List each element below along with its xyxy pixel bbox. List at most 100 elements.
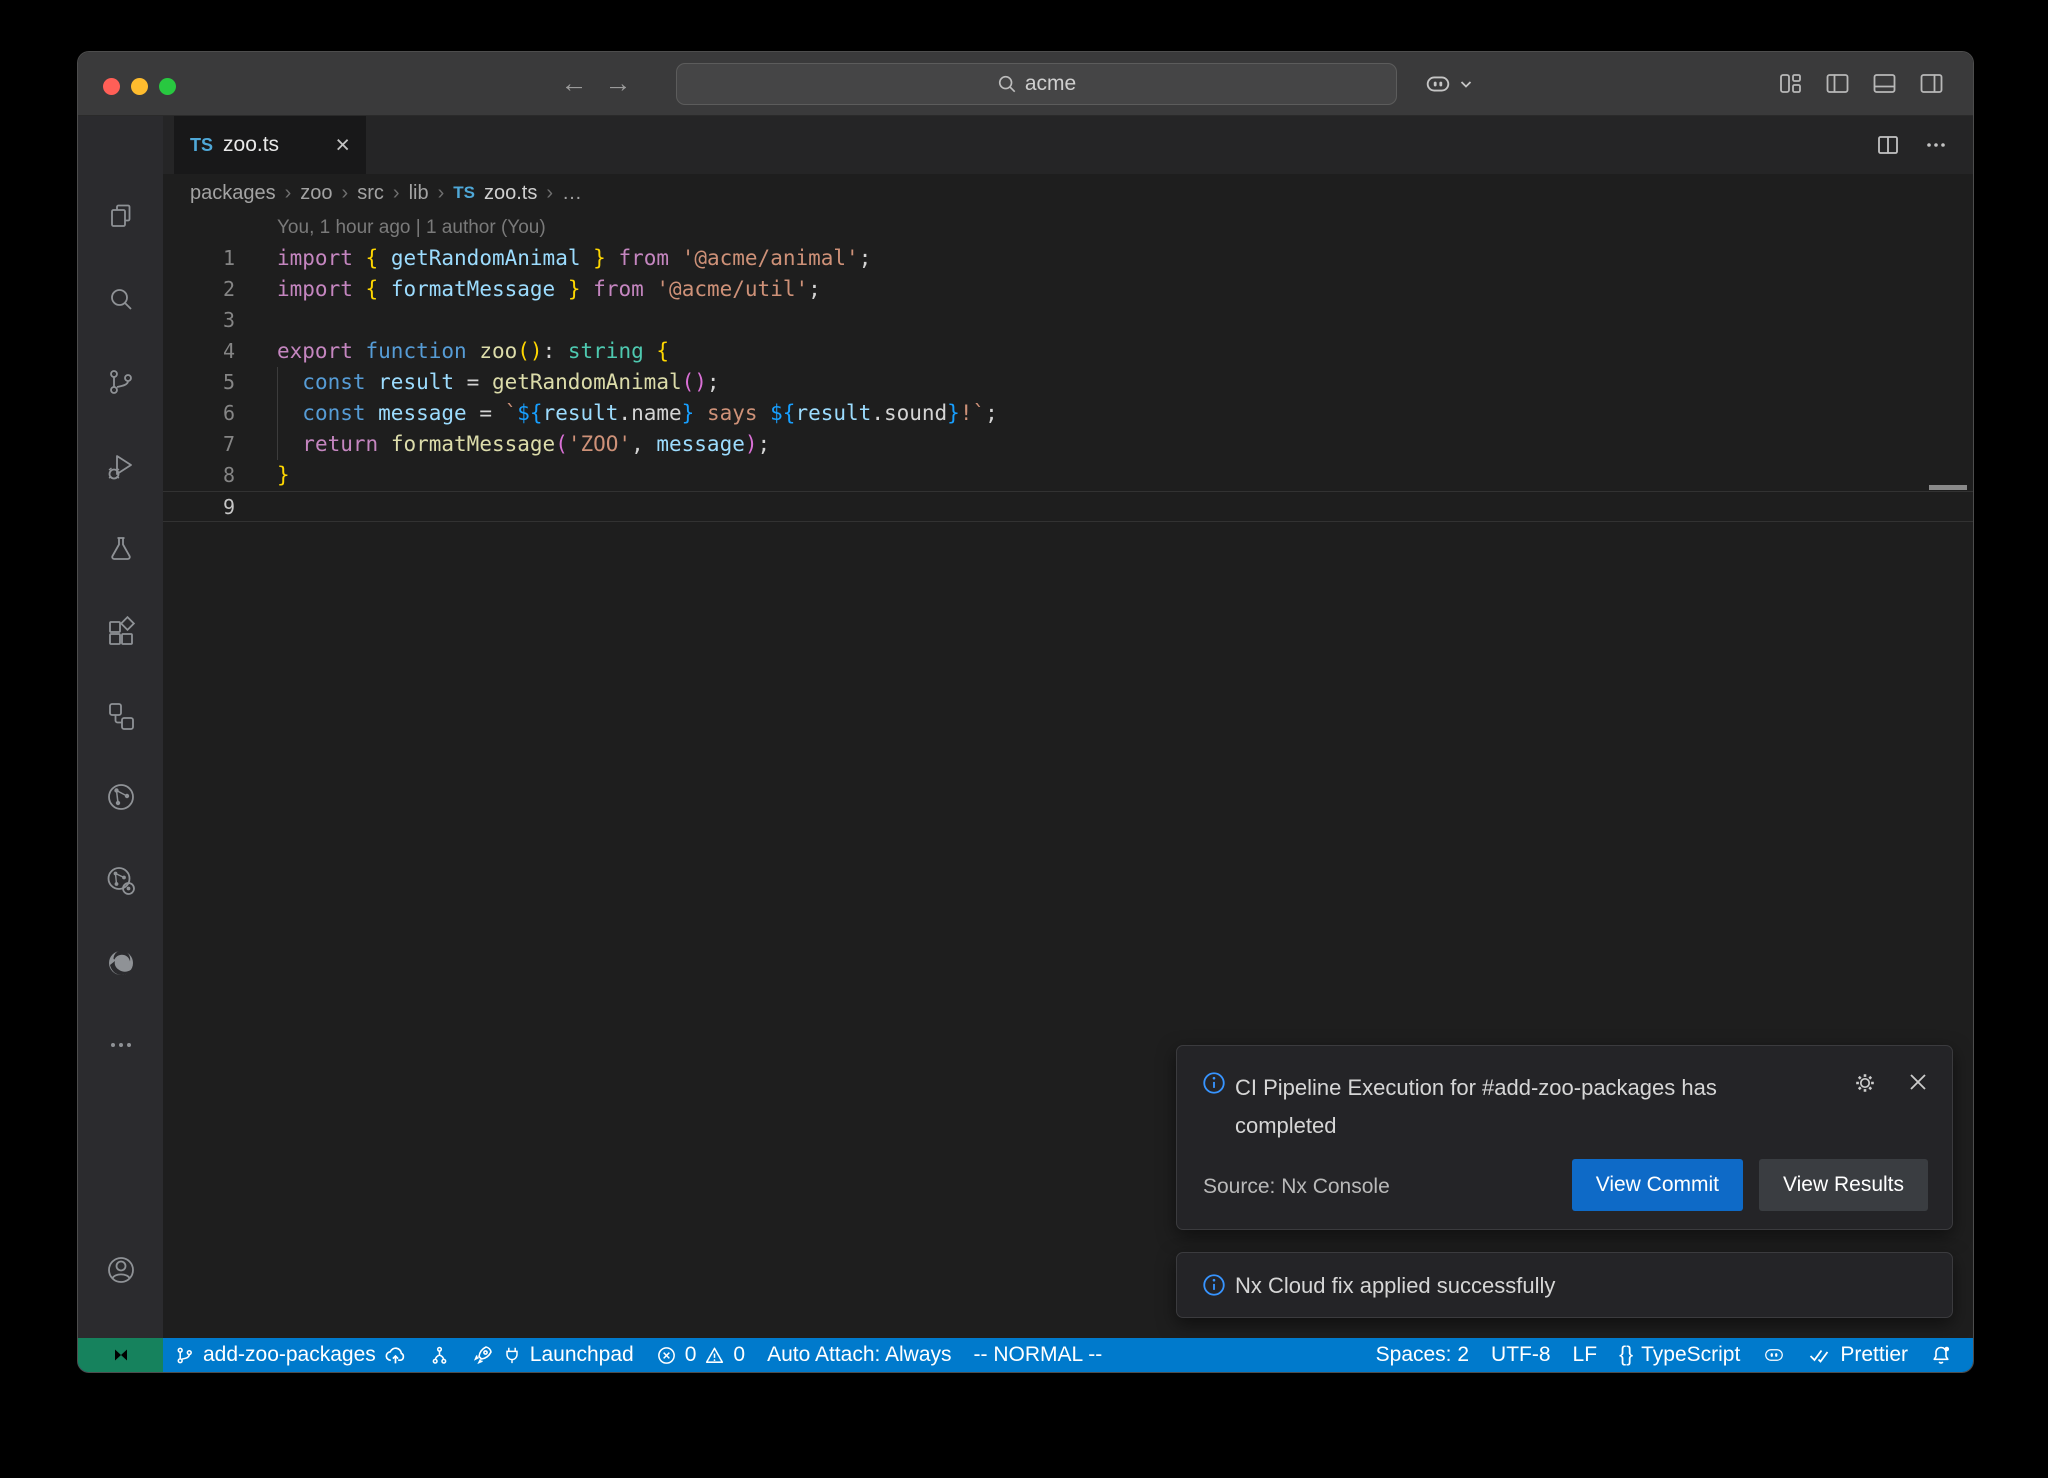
- sidebar-item-edge-tools[interactable]: [78, 939, 163, 991]
- line-number: 6: [163, 398, 235, 429]
- code-line[interactable]: 3: [163, 305, 1973, 336]
- copilot-menu-button[interactable]: [1423, 68, 1479, 100]
- toggle-primary-sidebar-icon[interactable]: [1824, 70, 1851, 97]
- sidebar-item-nx-cloud[interactable]: [78, 773, 163, 825]
- chevron-right-icon: ›: [285, 182, 292, 205]
- sidebar-item-nx-console[interactable]: [78, 692, 163, 744]
- breadcrumb-item[interactable]: zoo: [300, 182, 332, 205]
- sidebar-item-source-control[interactable]: [78, 358, 163, 410]
- vscode-window: ← → acme: [78, 52, 1973, 1372]
- line-number: 4: [163, 336, 235, 367]
- rocket-icon: [472, 1344, 494, 1366]
- indentation-status-item[interactable]: Spaces: 2: [1365, 1338, 1480, 1372]
- code-line[interactable]: 2import { formatMessage } from '@acme/ut…: [163, 274, 1973, 305]
- braces-icon: {}: [1619, 1343, 1633, 1367]
- sidebar-item-gitlens[interactable]: [78, 857, 163, 909]
- additional-views-button[interactable]: [78, 1021, 163, 1073]
- warning-count: 0: [733, 1343, 745, 1367]
- view-results-button[interactable]: View Results: [1759, 1159, 1928, 1211]
- sidebar-item-testing[interactable]: [78, 525, 163, 577]
- customize-layout-icon[interactable]: [1777, 70, 1804, 97]
- remote-indicator[interactable]: [78, 1338, 163, 1372]
- encoding-label: UTF-8: [1491, 1343, 1551, 1367]
- cloud-upload-icon: [384, 1344, 407, 1367]
- code-line[interactable]: 4 export function zoo(): string {: [163, 336, 1973, 367]
- chevron-right-icon: ›: [546, 182, 553, 205]
- line-number: 8: [163, 460, 235, 491]
- sidebar-item-extensions[interactable]: [78, 609, 163, 661]
- breadcrumb-file[interactable]: zoo.ts: [484, 182, 537, 205]
- auto-attach-status-item[interactable]: Auto Attach: Always: [756, 1338, 962, 1372]
- title-bar: ← → acme: [78, 52, 1973, 116]
- navigate-forward-button[interactable]: →: [600, 52, 636, 116]
- auto-attach-label: Auto Attach: Always: [767, 1343, 951, 1367]
- encoding-status-item[interactable]: UTF-8: [1480, 1338, 1562, 1372]
- sidebar-item-run-debug[interactable]: [78, 442, 163, 494]
- line-number: 1: [163, 243, 235, 274]
- toggle-panel-icon[interactable]: [1871, 70, 1898, 97]
- typescript-file-icon: TS: [453, 183, 475, 203]
- files-icon: [104, 199, 138, 238]
- code-content[interactable]: export function zoo(): string {: [277, 336, 1945, 367]
- chevron-right-icon: ›: [393, 182, 400, 205]
- notification-message: CI Pipeline Execution for #add-zoo-packa…: [1235, 1069, 1795, 1145]
- code-content[interactable]: return formatMessage('ZOO', message);: [277, 429, 1945, 460]
- view-commit-button[interactable]: View Commit: [1572, 1159, 1743, 1211]
- code-content[interactable]: const result = getRandomAnimal();: [277, 367, 1945, 398]
- notification-message: Nx Cloud fix applied successfully: [1235, 1253, 1915, 1319]
- nx-status-item[interactable]: [418, 1338, 461, 1372]
- breadcrumb-item[interactable]: lib: [409, 182, 429, 205]
- code-line[interactable]: 9: [163, 491, 1973, 522]
- tab-zoo-ts[interactable]: TS zoo.ts ×: [174, 116, 366, 174]
- code-line[interactable]: 7 return formatMessage('ZOO', message);: [163, 429, 1973, 460]
- close-tab-icon[interactable]: ×: [335, 133, 350, 158]
- language-status-item[interactable]: {} TypeScript: [1608, 1338, 1751, 1372]
- activity-bar: [78, 116, 163, 1338]
- launchpad-status-item[interactable]: Launchpad: [461, 1338, 645, 1372]
- zoom-window-button[interactable]: [159, 78, 176, 95]
- accounts-button[interactable]: [78, 1246, 163, 1298]
- branch-status-item[interactable]: add-zoo-packages: [163, 1338, 418, 1372]
- copilot-status-item[interactable]: [1751, 1338, 1797, 1372]
- sidebar-item-explorer[interactable]: [78, 192, 163, 244]
- command-center-search[interactable]: acme: [676, 63, 1397, 105]
- toggle-secondary-sidebar-icon[interactable]: [1918, 70, 1945, 97]
- code-line[interactable]: 8}: [163, 460, 1973, 491]
- breadcrumb-symbol-ellipsis[interactable]: …: [562, 182, 582, 205]
- launchpad-label: Launchpad: [530, 1343, 634, 1367]
- split-editor-icon[interactable]: [1875, 132, 1901, 158]
- tab-bar: TS zoo.ts ×: [163, 116, 1973, 174]
- notification-settings-icon[interactable]: [1852, 1070, 1878, 1096]
- code-content[interactable]: }: [277, 460, 1945, 491]
- formatter-status-item[interactable]: Prettier: [1797, 1338, 1919, 1372]
- chevron-right-icon: ›: [342, 182, 349, 205]
- eol-status-item[interactable]: LF: [1562, 1338, 1609, 1372]
- chevron-down-icon: [1459, 77, 1473, 91]
- close-icon[interactable]: [1906, 1070, 1930, 1096]
- search-icon: [997, 74, 1017, 94]
- info-icon: [1201, 1272, 1227, 1298]
- code-line[interactable]: 6 const message = `${result.name} says $…: [163, 398, 1973, 429]
- code-content[interactable]: import { formatMessage } from '@acme/uti…: [277, 274, 1945, 305]
- notifications-bell-item[interactable]: [1919, 1338, 1963, 1372]
- sidebar-item-search[interactable]: [78, 276, 163, 328]
- notification-source: Source: Nx Console: [1203, 1175, 1390, 1199]
- code-line[interactable]: 1 import { getRandomAnimal } from '@acme/…: [163, 243, 1973, 274]
- code-content[interactable]: import { getRandomAnimal } from '@acme/a…: [277, 243, 1945, 274]
- line-number: 3: [163, 305, 235, 336]
- more-actions-icon[interactable]: [1923, 132, 1949, 158]
- eol-label: LF: [1573, 1343, 1598, 1367]
- vim-mode-status-item[interactable]: -- NORMAL --: [963, 1338, 1114, 1372]
- breadcrumb-item[interactable]: packages: [190, 182, 276, 205]
- code-line[interactable]: 5 const result = getRandomAnimal();: [163, 367, 1973, 398]
- search-value: acme: [1025, 72, 1076, 96]
- minimize-window-button[interactable]: [131, 78, 148, 95]
- navigate-back-button[interactable]: ←: [556, 52, 592, 116]
- bell-icon: [1930, 1344, 1952, 1366]
- vim-mode-label: -- NORMAL --: [974, 1343, 1103, 1367]
- problems-status-item[interactable]: 0 0: [645, 1338, 756, 1372]
- code-content[interactable]: const message = `${result.name} says ${r…: [277, 398, 1945, 429]
- nx-graph-icon: [429, 1345, 450, 1366]
- breadcrumb-item[interactable]: src: [357, 182, 384, 205]
- close-window-button[interactable]: [103, 78, 120, 95]
